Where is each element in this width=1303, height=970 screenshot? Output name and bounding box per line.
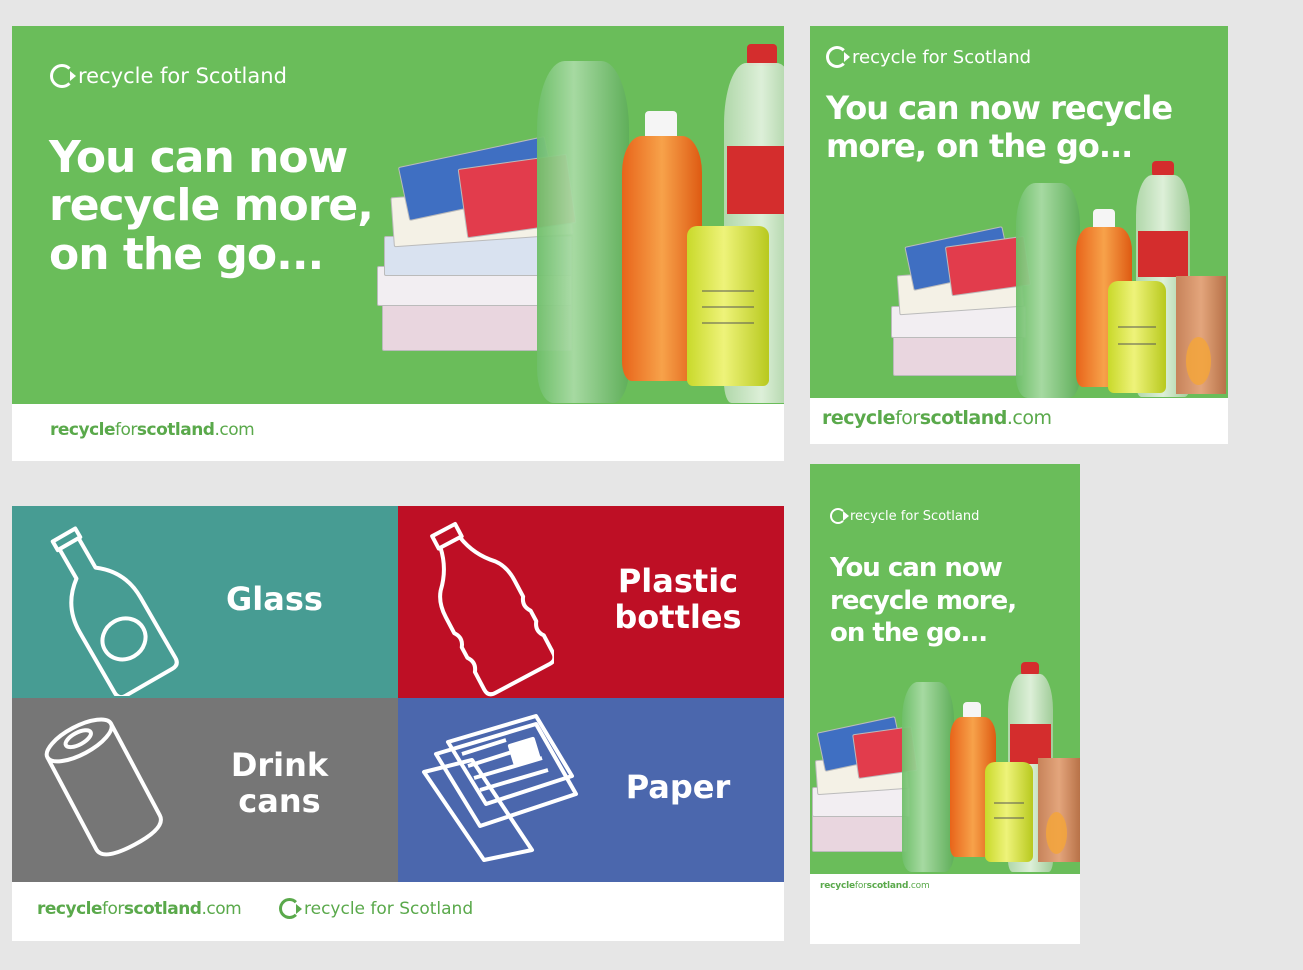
brand-logo: recycle for Scotland	[279, 898, 473, 919]
poster-medium: recycle for Scotland You can now recycle…	[810, 26, 1228, 444]
products-illustration	[810, 662, 1080, 874]
brand-name: recycle for Scotland	[850, 508, 980, 524]
recycle-arrow-icon	[826, 46, 848, 68]
drink-can-icon	[44, 717, 163, 857]
brand-name: recycle for Scotland	[852, 46, 1032, 68]
website-url: recycleforscotland.com	[822, 407, 1052, 429]
headline: You can now recycle more, on the go...	[830, 553, 1017, 648]
tile-label-glass: Glass	[226, 580, 323, 618]
poster-green-area: recycle for Scotland You can now recycle…	[12, 26, 784, 404]
website-url: recycleforscotland.com	[37, 899, 242, 919]
website-url: recycleforscotland.com	[50, 420, 255, 440]
brand-name: recycle for Scotland	[78, 64, 287, 88]
labels-footer: recycleforscotland.com recycle for Scotl…	[12, 882, 784, 941]
glass-bottle-icon	[50, 526, 179, 696]
headline: You can now recycle more, on the go...	[49, 132, 374, 280]
poster-landscape-large: recycle for Scotland You can now recycle…	[12, 26, 784, 461]
poster-portrait: recycle for Scotland You can now recycle…	[810, 464, 1080, 944]
recycling-bin-labels: Glass Plastic bottles Drink cans Paper r…	[12, 506, 784, 941]
tile-drink-cans: Drink cans	[12, 698, 398, 882]
tile-label-plastic-bottles: Plastic bottles	[614, 562, 742, 636]
poster-green-area: recycle for Scotland You can now recycle…	[810, 464, 1080, 874]
recycle-arrow-icon	[50, 64, 74, 88]
brand-logo: recycle for Scotland	[50, 64, 287, 88]
tile-glass: Glass	[12, 506, 398, 698]
website-url: recycleforscotland.com	[820, 881, 930, 891]
products-illustration	[888, 161, 1228, 398]
brand-logo: recycle for Scotland	[826, 46, 1031, 68]
recycle-arrow-icon	[830, 508, 846, 524]
plastic-bottle-icon	[430, 521, 554, 697]
recycle-arrow-icon	[279, 898, 300, 919]
tile-label-paper: Paper	[625, 768, 731, 806]
poster-green-area: recycle for Scotland You can now recycle…	[810, 26, 1228, 398]
headline: You can now recycle more, on the go...	[826, 89, 1173, 165]
products-illustration	[372, 41, 784, 404]
brand-logo: recycle for Scotland	[830, 508, 979, 524]
brand-name: recycle for Scotland	[304, 898, 474, 919]
tile-label-drink-cans: Drink cans	[230, 746, 329, 820]
tile-plastic-bottles: Plastic bottles	[398, 506, 784, 698]
tile-paper: Paper	[398, 698, 784, 882]
newspaper-icon	[422, 714, 578, 862]
